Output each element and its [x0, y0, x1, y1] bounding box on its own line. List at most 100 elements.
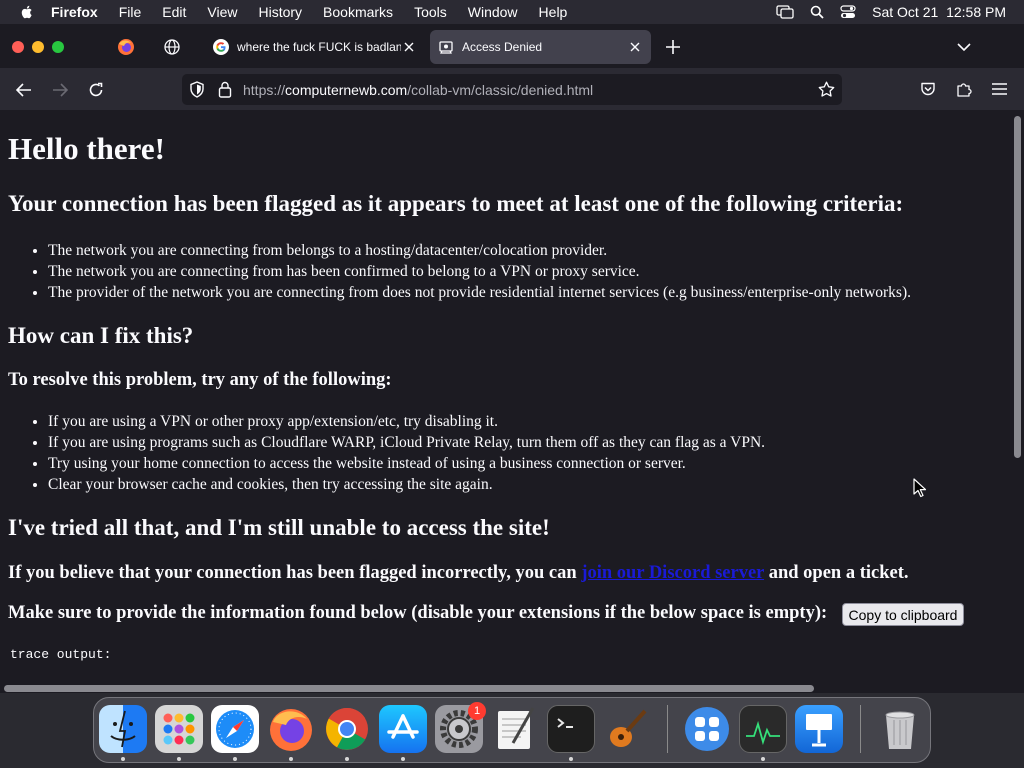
globe-icon	[164, 39, 180, 55]
back-button[interactable]	[14, 80, 34, 100]
close-icon	[404, 42, 414, 52]
pinned-tab-globe[interactable]	[162, 37, 182, 57]
discord-link[interactable]: join our Discord server	[581, 563, 764, 583]
url-domain: computernewb.com	[285, 82, 408, 98]
compass-icon	[216, 710, 254, 748]
dock-firefox-icon[interactable]	[267, 705, 315, 753]
forward-button[interactable]	[50, 80, 70, 100]
copy-to-clipboard-button[interactable]: Copy to clipboard	[842, 603, 964, 626]
vertical-scrollbar-thumb[interactable]	[1014, 116, 1021, 458]
running-indicator	[233, 757, 237, 761]
textedit-page-icon	[498, 707, 535, 749]
firefox-icon	[270, 709, 312, 751]
tab-close-button[interactable]	[627, 39, 643, 55]
dock-keynote-icon[interactable]	[795, 705, 843, 753]
menu-tools[interactable]: Tools	[414, 4, 447, 20]
menu-view[interactable]: View	[207, 4, 237, 20]
page-heading: Hello there!	[8, 131, 165, 166]
mouse-pointer-icon	[913, 478, 927, 498]
window-minimize-button[interactable]	[32, 41, 44, 53]
incorrect-suffix: and open a ticket.	[764, 563, 909, 583]
pinned-tab-firefox[interactable]	[116, 37, 136, 57]
dock-activity-monitor-icon[interactable]	[739, 705, 787, 753]
collab-icon	[439, 41, 453, 54]
menu-window[interactable]: Window	[468, 4, 518, 20]
running-indicator	[401, 757, 405, 761]
window-close-button[interactable]	[12, 41, 24, 53]
reload-icon	[89, 82, 103, 97]
arrow-right-icon	[53, 83, 68, 97]
incorrect-prefix: If you believe that your connection has …	[8, 563, 582, 583]
menu-app-firefox[interactable]: Firefox	[51, 4, 98, 20]
close-icon	[630, 42, 640, 52]
tab-title: where the fuck FUCK is badlands	[237, 40, 401, 54]
running-indicator	[289, 757, 293, 761]
tried-heading: I've tried all that, and I'm still unabl…	[8, 515, 550, 540]
dock-finder-icon[interactable]	[99, 705, 147, 753]
terminal-prompt-icon	[557, 718, 573, 728]
tracking-protection-shield-icon[interactable]	[189, 81, 205, 98]
criteria-list: The network you are connecting from belo…	[0, 240, 911, 303]
apple-logo-icon[interactable]	[19, 4, 35, 20]
list-all-tabs-chevron-icon[interactable]	[955, 40, 973, 54]
dock-separator	[860, 705, 861, 753]
horizontal-scrollbar-thumb[interactable]	[4, 685, 814, 692]
dock-safari-icon[interactable]	[211, 705, 259, 753]
running-indicator	[761, 757, 765, 761]
menu-bookmarks[interactable]: Bookmarks	[323, 4, 393, 20]
hamburger-menu-icon[interactable]	[992, 83, 1007, 95]
dock-textedit-icon[interactable]	[491, 705, 539, 753]
macos-menu-bar: Firefox File Edit View History Bookmarks…	[0, 0, 1024, 24]
dock-launchpad-icon[interactable]	[155, 705, 203, 753]
spotlight-search-icon[interactable]	[810, 5, 824, 19]
reload-button[interactable]	[86, 80, 106, 100]
finder-face-icon	[110, 710, 136, 748]
list-item: The network you are connecting from has …	[48, 261, 911, 282]
dock-chrome-icon[interactable]	[323, 705, 371, 753]
page-content: Hello there! Your connection has been fl…	[0, 110, 1013, 682]
url-path: /collab-vm/classic/denied.html	[407, 82, 594, 98]
resolve-heading: To resolve this problem, try any of the …	[8, 370, 392, 390]
dock-terminal-icon[interactable]	[547, 705, 595, 753]
tab-access-denied[interactable]: Access Denied	[430, 30, 651, 64]
screen-mirroring-icon[interactable]	[776, 5, 794, 19]
new-tab-button[interactable]	[664, 38, 682, 56]
menubar-clock[interactable]: Sat Oct 21 12:58 PM	[872, 4, 1006, 20]
dock-trash-icon[interactable]	[876, 705, 924, 753]
incorrect-flag-text: If you believe that your connection has …	[8, 563, 909, 584]
dock-mission-control-icon[interactable]	[683, 705, 731, 753]
menu-help[interactable]: Help	[539, 4, 568, 20]
firefox-icon	[118, 39, 134, 55]
app-store-a-icon	[387, 714, 419, 739]
trace-output-label: trace output:	[10, 647, 112, 662]
control-center-icon[interactable]	[840, 5, 856, 19]
extensions-puzzle-icon[interactable]	[956, 81, 972, 97]
url-text[interactable]: https://computernewb.com/collab-vm/class…	[243, 82, 593, 98]
list-item: The network you are connecting from belo…	[48, 240, 911, 261]
running-indicator	[345, 757, 349, 761]
bookmark-star-icon[interactable]	[818, 81, 835, 98]
fixes-list: If you are using a VPN or other proxy ap…	[0, 411, 765, 495]
tab-search-results[interactable]: where the fuck FUCK is badlands	[205, 30, 425, 64]
google-icon	[213, 39, 229, 55]
list-item: Clear your browser cache and cookies, th…	[48, 474, 765, 495]
tab-close-button[interactable]	[401, 39, 417, 55]
menu-history[interactable]: History	[258, 4, 302, 20]
pocket-icon[interactable]	[920, 81, 936, 97]
list-item: If you are using a VPN or other proxy ap…	[48, 411, 765, 432]
chrome-icon	[326, 707, 368, 750]
fix-heading: How can I fix this?	[8, 323, 194, 348]
menu-edit[interactable]: Edit	[162, 4, 186, 20]
dock-app-store-icon[interactable]	[379, 705, 427, 753]
list-item: If you are using programs such as Cloudf…	[48, 432, 765, 453]
menu-file[interactable]: File	[119, 4, 142, 20]
lock-icon[interactable]	[218, 81, 232, 98]
dock-garageband-icon[interactable]	[603, 705, 651, 753]
list-item: The provider of the network you are conn…	[48, 282, 911, 303]
guitar-icon	[610, 709, 647, 747]
podium-icon	[806, 714, 832, 747]
arrow-left-icon	[16, 83, 31, 97]
running-indicator	[569, 757, 573, 761]
trash-icon	[885, 711, 915, 749]
window-zoom-button[interactable]	[52, 41, 64, 53]
